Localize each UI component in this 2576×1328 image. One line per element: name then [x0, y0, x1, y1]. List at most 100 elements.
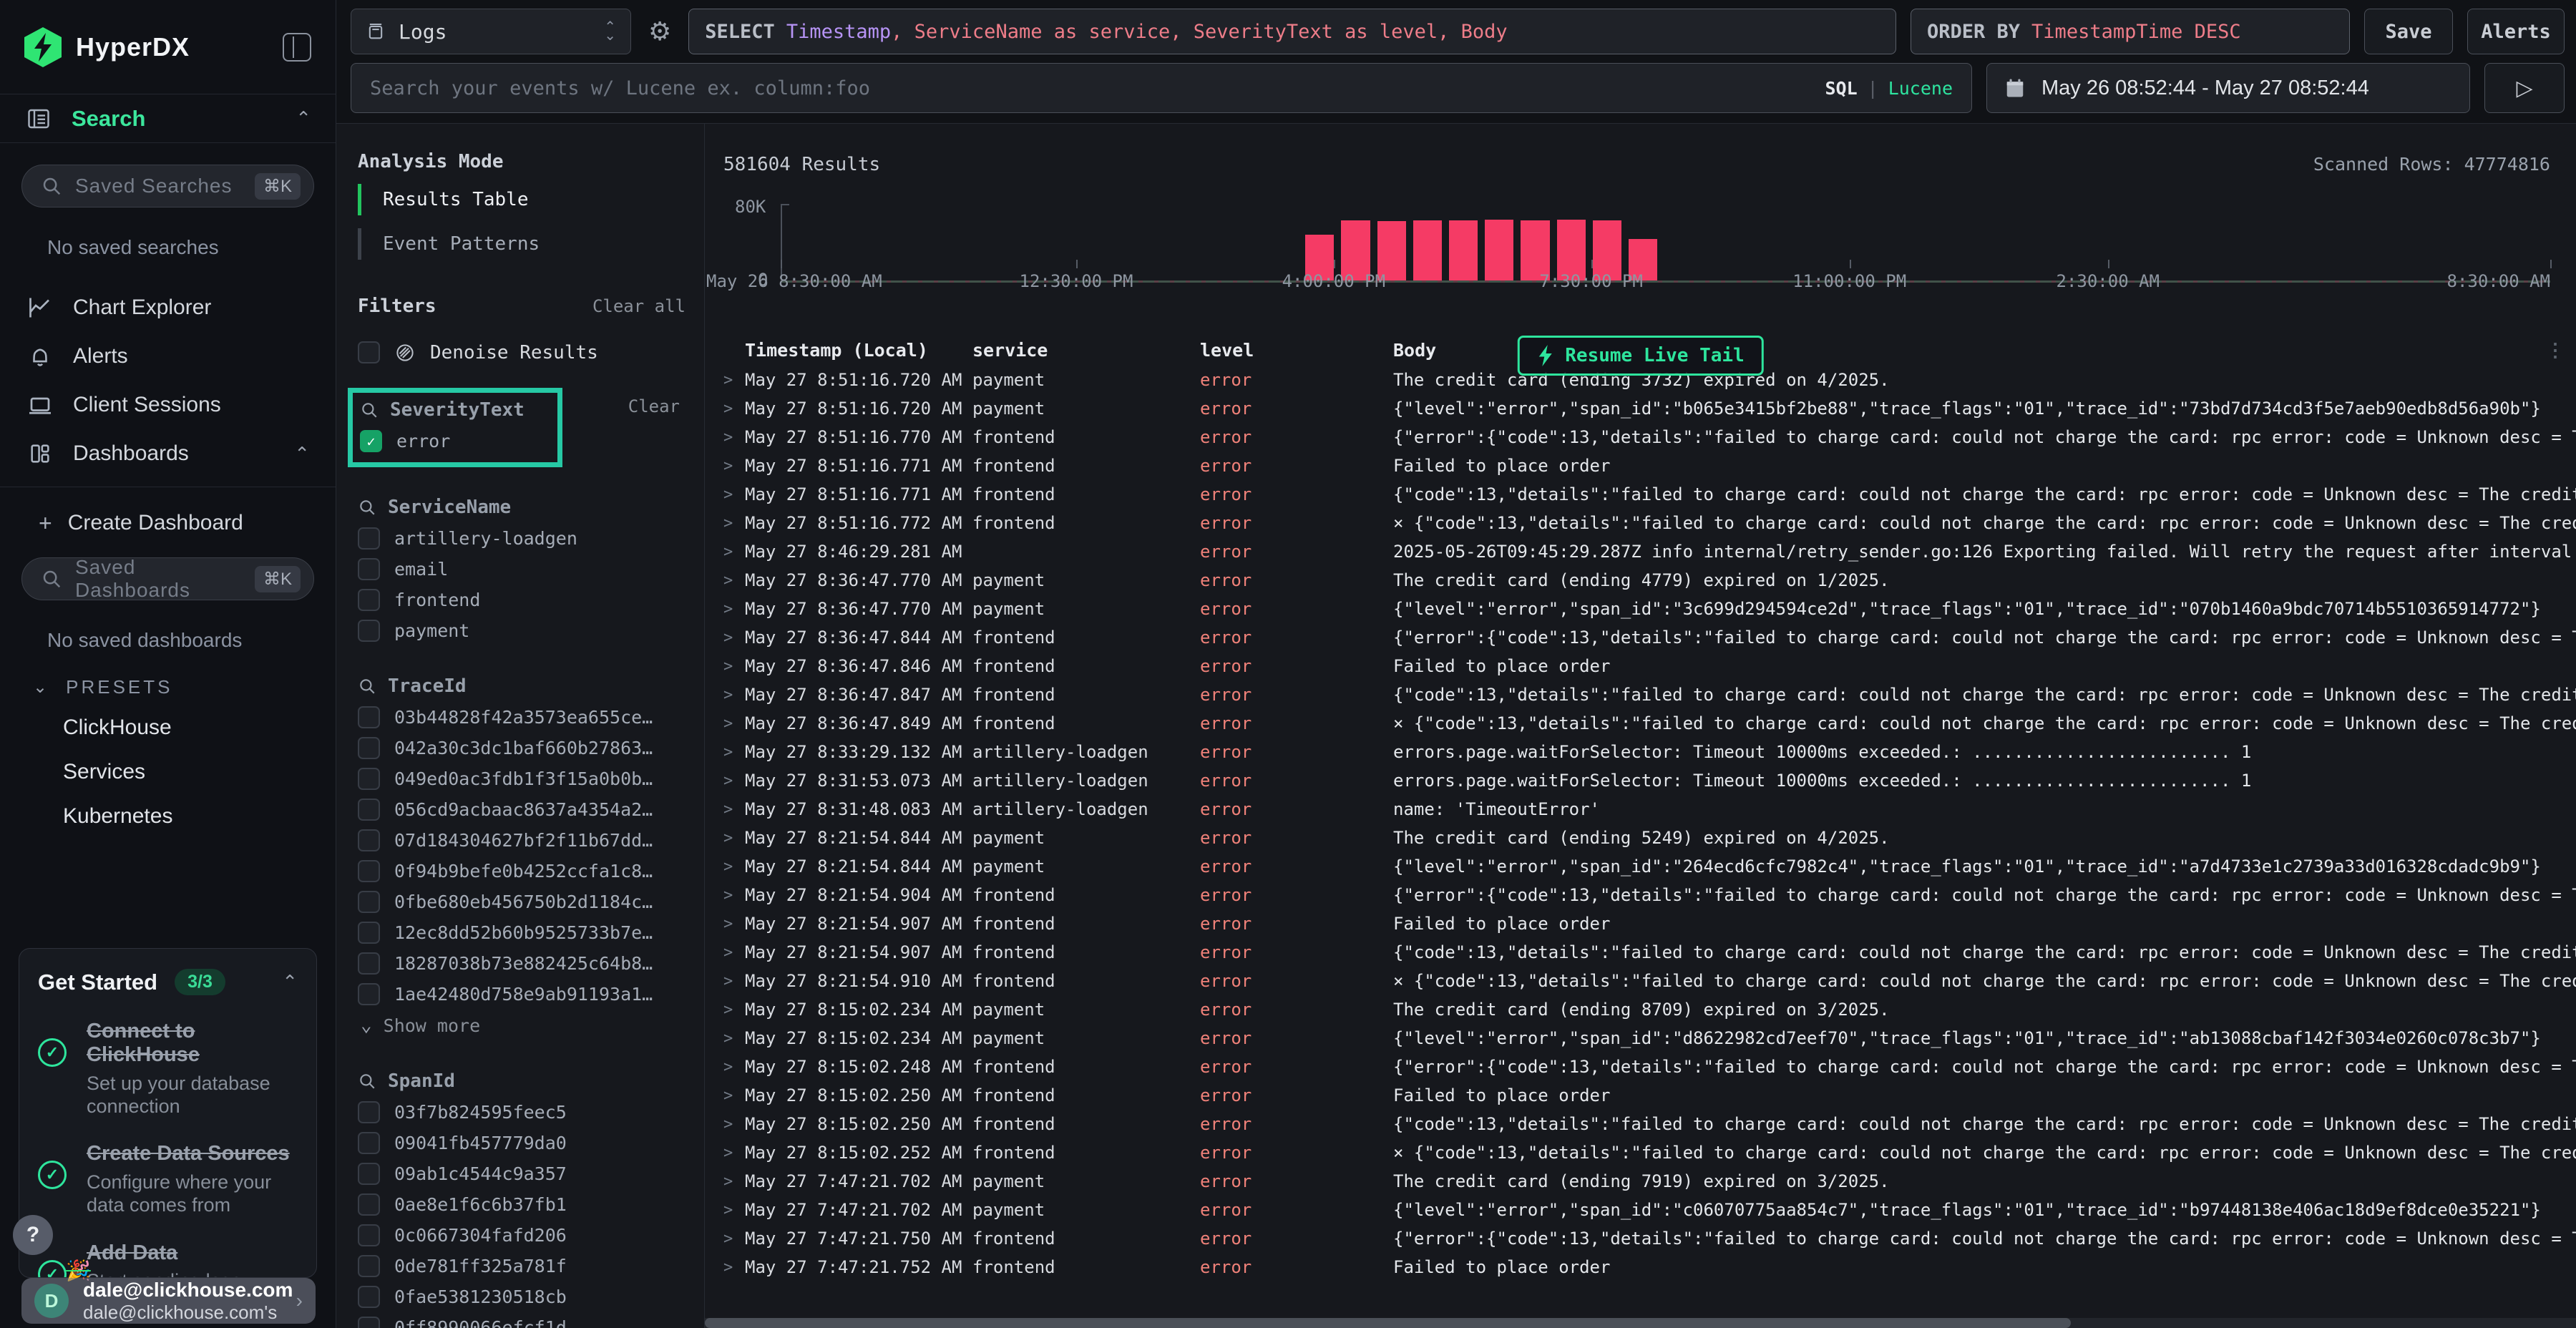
source-select[interactable]: Logs ⌃⌄ [351, 9, 631, 54]
clear-all-link[interactable]: Clear all [592, 296, 686, 316]
table-row[interactable]: >May 27 8:51:16.772 AMfrontenderror× {"c… [705, 509, 2576, 537]
checkbox[interactable] [358, 891, 380, 913]
table-row[interactable]: >May 27 8:21:54.907 AMfrontenderrorFaile… [705, 909, 2576, 938]
filter-option[interactable]: ✓error [360, 426, 550, 456]
row-expand-caret[interactable]: > [723, 686, 745, 704]
checkbox[interactable] [358, 1101, 380, 1123]
checkbox[interactable] [358, 341, 380, 363]
chevron-up-icon[interactable]: ⌃ [282, 971, 298, 993]
row-expand-caret[interactable]: > [723, 572, 745, 590]
filter-option[interactable]: email [358, 554, 686, 585]
table-row[interactable]: >May 27 8:36:47.847 AMfrontenderror{"cod… [705, 680, 2576, 709]
row-expand-caret[interactable]: > [723, 1201, 745, 1219]
sidebar-item-alerts[interactable]: Alerts [21, 332, 314, 381]
row-expand-caret[interactable]: > [723, 715, 745, 733]
checkbox[interactable] [358, 737, 380, 759]
run-query-button[interactable]: ▷ [2484, 63, 2565, 113]
table-row[interactable]: >May 27 8:46:29.281 AMerror2025-05-26T09… [705, 537, 2576, 566]
user-menu[interactable]: D dale@clickhouse.com dale@clickhouse.co… [21, 1278, 316, 1324]
row-expand-caret[interactable]: > [723, 600, 745, 618]
row-expand-caret[interactable]: > [723, 371, 745, 389]
alerts-button[interactable]: Alerts [2467, 9, 2565, 54]
column-header-timestamp[interactable]: Timestamp (Local) [745, 340, 972, 361]
table-row[interactable]: >May 27 7:47:21.702 AMpaymenterrorThe cr… [705, 1167, 2576, 1196]
filter-option[interactable]: 0de781ff325a781f [358, 1251, 686, 1281]
lucene-mode-toggle[interactable]: Lucene [1888, 78, 1953, 99]
filter-option[interactable]: 0fae5381230518cb [358, 1281, 686, 1312]
mode-results-table[interactable]: Results Table [358, 182, 686, 217]
severity-clear-link[interactable]: Clear [628, 396, 680, 416]
checkbox[interactable] [358, 952, 380, 975]
row-expand-caret[interactable]: > [723, 858, 745, 876]
row-expand-caret[interactable]: > [723, 829, 745, 847]
row-expand-caret[interactable]: > [723, 629, 745, 647]
table-row[interactable]: >May 27 8:36:47.844 AMfrontenderror{"err… [705, 623, 2576, 652]
filter-option[interactable]: payment [358, 615, 686, 646]
table-row[interactable]: >May 27 8:51:16.770 AMfrontenderror{"err… [705, 423, 2576, 451]
filter-option[interactable]: 09ab1c4544c9a357 [358, 1158, 686, 1189]
table-row[interactable]: >May 27 8:21:54.844 AMpaymenterror{"leve… [705, 852, 2576, 881]
table-row[interactable]: >May 27 8:15:02.248 AMfrontenderror{"err… [705, 1053, 2576, 1081]
lucene-search-input[interactable]: Search your events w/ Lucene ex. column:… [351, 63, 1972, 113]
row-expand-caret[interactable]: > [723, 486, 745, 504]
row-expand-caret[interactable]: > [723, 801, 745, 819]
row-expand-caret[interactable]: > [723, 1001, 745, 1019]
presets-section-toggle[interactable]: ⌄ PRESETS [33, 676, 314, 698]
table-row[interactable]: >May 27 8:51:16.771 AMfrontenderror{"cod… [705, 480, 2576, 509]
row-expand-caret[interactable]: > [723, 972, 745, 990]
checkbox[interactable] [358, 829, 380, 851]
checkbox[interactable] [358, 527, 380, 550]
table-row[interactable]: >May 27 8:36:47.770 AMpaymenterrorThe cr… [705, 566, 2576, 595]
row-expand-caret[interactable]: > [723, 429, 745, 446]
get-started-step[interactable]: ✓ Create Data Sources Configure where yo… [38, 1142, 298, 1216]
checkbox[interactable] [358, 589, 380, 611]
filter-option[interactable]: 042a30c3dc1baf660b27863… [358, 733, 686, 763]
sidebar-item-clickhouse[interactable]: ClickHouse [63, 706, 314, 750]
filter-option[interactable]: 0c0667304fafd206 [358, 1220, 686, 1251]
filter-option[interactable]: 12ec8dd52b60b9525733b7e… [358, 917, 686, 948]
filter-option[interactable]: artillery-loadgen [358, 523, 686, 554]
traceid-show-more[interactable]: ⌄ Show more [361, 1010, 686, 1041]
checkbox[interactable]: ✓ [360, 430, 382, 452]
table-row[interactable]: >May 27 7:47:21.752 AMfrontenderrorFaile… [705, 1253, 2576, 1281]
sidebar-item-kubernetes[interactable]: Kubernetes [63, 794, 314, 839]
checkbox[interactable] [358, 1193, 380, 1216]
chevron-up-icon[interactable]: ⌃ [296, 107, 311, 130]
row-expand-caret[interactable]: > [723, 1087, 745, 1105]
sidebar-item-dashboards[interactable]: Dashboards ⌃ [21, 429, 314, 478]
table-row[interactable]: >May 27 8:51:16.771 AMfrontenderrorFaile… [705, 451, 2576, 480]
chevron-up-icon[interactable]: ⌃ [294, 443, 310, 465]
table-row[interactable]: >May 27 8:21:54.907 AMfrontenderror{"cod… [705, 938, 2576, 967]
get-started-step[interactable]: ✓ Connect to ClickHouse Set up your data… [38, 1020, 298, 1118]
horizontal-scrollbar[interactable] [705, 1318, 2576, 1328]
mode-event-patterns[interactable]: Event Patterns [358, 227, 686, 261]
row-expand-caret[interactable]: > [723, 1230, 745, 1248]
table-row[interactable]: >May 27 7:47:21.750 AMfrontenderror{"err… [705, 1224, 2576, 1253]
row-expand-caret[interactable]: > [723, 1144, 745, 1162]
row-expand-caret[interactable]: > [723, 772, 745, 790]
filter-option[interactable]: 07d184304627bf2f11b67dd… [358, 825, 686, 856]
table-row[interactable]: >May 27 8:21:54.904 AMfrontenderror{"err… [705, 881, 2576, 909]
sidebar-item-client-sessions[interactable]: Client Sessions [21, 381, 314, 429]
sidebar-item-services[interactable]: Services [63, 750, 314, 794]
row-expand-caret[interactable]: > [723, 1058, 745, 1076]
checkbox[interactable] [358, 558, 380, 580]
row-expand-caret[interactable]: > [723, 543, 745, 561]
sidebar-item-search[interactable]: Search ⌃ [0, 94, 336, 143]
column-header-level[interactable]: level [1200, 340, 1393, 361]
filter-option[interactable]: 03b44828f42a3573ea655ce… [358, 702, 686, 733]
checkbox[interactable] [358, 1224, 380, 1246]
checkbox[interactable] [358, 922, 380, 944]
filter-option[interactable]: 0ae8e1f6c6b37fb1 [358, 1189, 686, 1220]
sidebar-collapse-icon[interactable] [283, 33, 311, 62]
date-range-picker[interactable]: May 26 08:52:44 - May 27 08:52:44 [1986, 63, 2470, 113]
table-row[interactable]: >May 27 8:15:02.234 AMpaymenterror{"leve… [705, 1024, 2576, 1053]
source-settings-gear-icon[interactable]: ⚙ [645, 16, 674, 47]
row-expand-caret[interactable]: > [723, 944, 745, 962]
table-row[interactable]: >May 27 8:51:16.720 AMpaymenterror{"leve… [705, 394, 2576, 423]
table-row[interactable]: >May 27 8:36:47.849 AMfrontenderror× {"c… [705, 709, 2576, 738]
filter-option[interactable]: 0f94b9befe0b4252ccfa1c8… [358, 856, 686, 887]
checkbox[interactable] [358, 860, 380, 882]
row-expand-caret[interactable]: > [723, 915, 745, 933]
filter-option[interactable]: 0ff8990066efcf1d [358, 1312, 686, 1328]
